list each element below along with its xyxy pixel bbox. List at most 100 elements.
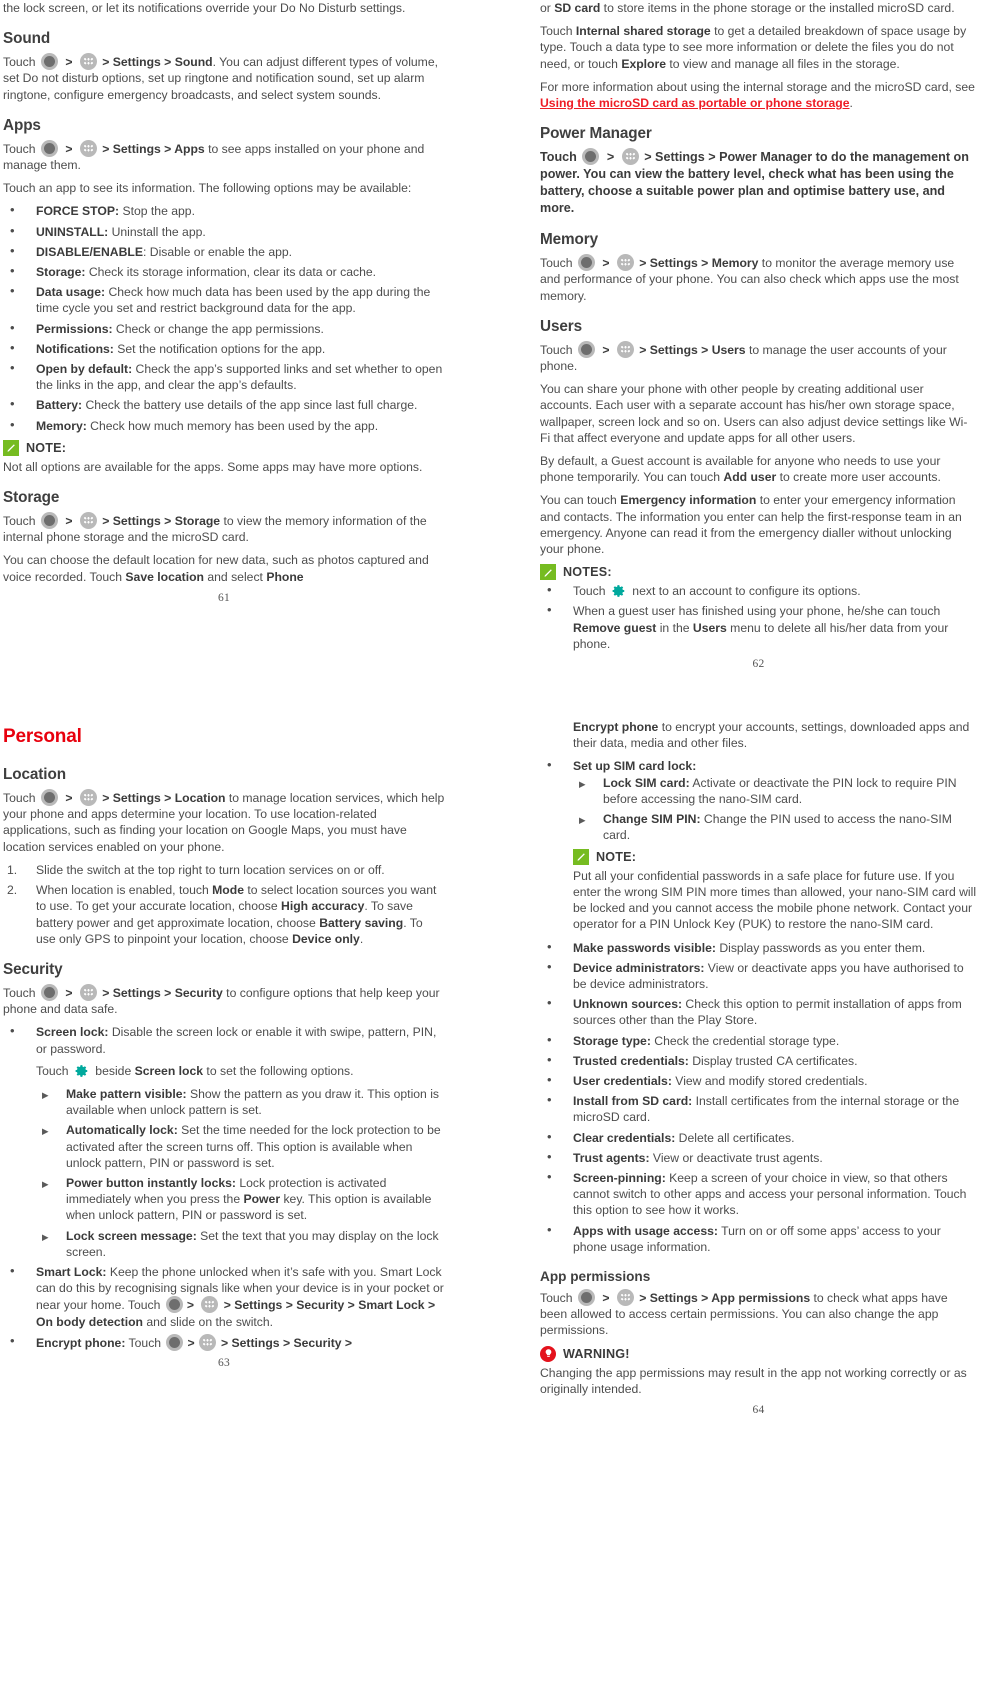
- screenlock-sub-options: Make pattern visible: Show the pattern a…: [36, 1086, 445, 1260]
- page-number: 64: [752, 1403, 765, 1416]
- item-term: Apps with usage access:: [573, 1223, 718, 1238]
- spread-bottom: Personal Location Touch > > Settings > L…: [0, 704, 985, 1416]
- top-spacer: [540, 704, 977, 719]
- notes-label: NOTES:: [563, 565, 612, 580]
- item-desc: Check its storage information, clear its…: [85, 265, 377, 280]
- pencil-note-icon: [573, 848, 589, 865]
- home-circle-icon: [577, 340, 595, 358]
- page-number: 61: [217, 591, 231, 604]
- touch-word: Touch: [540, 150, 577, 165]
- cross-reference-link[interactable]: Using the microSD card as portable or ph…: [540, 96, 850, 110]
- item-term: Battery:: [36, 398, 83, 413]
- note-header: NOTE:: [573, 848, 977, 865]
- pencil-note-icon: [3, 439, 19, 456]
- item-desc: Set the notification options for the app…: [113, 341, 326, 356]
- notes-header: NOTES:: [540, 564, 977, 581]
- warning-header: WARNING!: [540, 1345, 977, 1362]
- storage-savelocation: You can choose the default location for …: [3, 552, 445, 584]
- list-item: Make pattern visible: Show the pattern a…: [36, 1086, 445, 1118]
- list-item: Install from SD card: Install certificat…: [540, 1092, 977, 1125]
- touch-word: Touch: [3, 791, 36, 806]
- page-64: Encrypt phone to encrypt your accounts, …: [530, 704, 985, 1416]
- list-item: Encrypt phone: Touch > > Settings > Secu…: [3, 1333, 445, 1351]
- page-62: or SD card to store items in the phone s…: [530, 0, 985, 670]
- list-item: Memory: Check how much memory has been u…: [3, 417, 445, 434]
- item-term: Unknown sources:: [573, 997, 683, 1012]
- menu-path: > Settings > Security: [102, 985, 223, 1000]
- list-item: Storage type: Check the credential stora…: [540, 1032, 977, 1049]
- item-desc: Check how much memory has been used by t…: [86, 418, 379, 433]
- pencil-note-icon: [540, 564, 556, 581]
- item-desc: Check the credential storage type.: [650, 1033, 840, 1048]
- text-part: Touch: [540, 24, 576, 39]
- text-part: to store items in the phone storage or t…: [600, 1, 955, 15]
- gear-instruction: Touch beside Screen lock to set the foll…: [36, 1063, 445, 1079]
- item-term: Notifications:: [36, 341, 114, 356]
- list-item: Open by default: Check the app’s support…: [3, 360, 445, 393]
- users-paragraph-4: You can touch Emergency information to e…: [540, 492, 977, 557]
- users-notes-list: Touch next to an account to configure it…: [540, 582, 977, 652]
- item-term: FORCE STOP:: [36, 204, 120, 219]
- heading-memory: Memory: [540, 231, 599, 249]
- app-drawer-icon: [198, 1333, 216, 1351]
- page-gap: [0, 670, 985, 704]
- list-item: When location is enabled, touch Mode to …: [3, 882, 445, 947]
- list-item: Storage: Check its storage information, …: [3, 263, 445, 280]
- sound-touch-path: Touch > > Settings > Sound. You can adju…: [3, 53, 445, 103]
- item-term: Set up SIM card lock:: [573, 759, 697, 774]
- note-label: NOTE:: [26, 440, 67, 455]
- gear-icon: [612, 585, 625, 598]
- ui-term: Encrypt phone: [573, 720, 659, 735]
- lightbulb-warning-icon: [540, 1345, 556, 1362]
- ui-term: SD card: [554, 1, 601, 15]
- chevron-separator: >: [65, 55, 73, 70]
- app-drawer-icon: [621, 148, 639, 166]
- apps-touch-path: Touch > > Settings > Apps to see apps in…: [3, 139, 445, 173]
- list-item: FORCE STOP: Stop the app.: [3, 202, 445, 219]
- text-part: For more information about using the int…: [540, 79, 975, 94]
- ui-term: Mode: [212, 883, 244, 898]
- sim-sub-options: Lock SIM card: Activate or deactivate th…: [573, 775, 977, 844]
- item-term: Memory:: [36, 418, 87, 433]
- note-text: Not all options are available for the ap…: [3, 459, 423, 474]
- ui-term: Screen lock: [134, 1063, 204, 1078]
- chapter-title-personal: Personal: [3, 726, 82, 748]
- continued-paragraph: the lock screen, or let its notification…: [3, 1, 406, 15]
- item-term: Automatically lock:: [66, 1123, 178, 1138]
- text-part: beside: [91, 1063, 135, 1078]
- storage-touch-path: Touch > > Settings > Storage to view the…: [3, 512, 445, 545]
- spread-top: the lock screen, or let its notification…: [0, 0, 985, 670]
- list-item: Data usage: Check how much data has been…: [3, 283, 445, 316]
- item-desc: Delete all certificates.: [675, 1130, 795, 1145]
- list-item: Permissions: Check or change the app per…: [3, 320, 445, 337]
- list-item: User credentials: View and modify stored…: [540, 1072, 977, 1089]
- apps-option-list: FORCE STOP: Stop the app. UNINSTALL: Uni…: [3, 202, 445, 434]
- text-part: When a guest user has finished using you…: [573, 604, 941, 619]
- touch-word: Touch: [540, 256, 573, 271]
- home-circle-icon: [165, 1296, 183, 1314]
- item-term: Make pattern visible:: [66, 1086, 187, 1101]
- item-term: Device administrators:: [573, 960, 705, 975]
- item-desc: Check or change the app permissions.: [112, 321, 324, 336]
- item-term: Storage type:: [573, 1033, 651, 1048]
- chevron-separator: >: [187, 1335, 195, 1350]
- text-part: You can touch: [540, 493, 621, 508]
- app-drawer-icon: [616, 254, 634, 272]
- menu-path: > Settings > Storage: [102, 514, 221, 529]
- item-desc: Stop the app.: [119, 204, 195, 219]
- page-61: the lock screen, or let its notification…: [0, 0, 455, 670]
- item-desc: View and modify stored credentials.: [671, 1073, 868, 1088]
- item-desc: : Disable or enable the app.: [143, 244, 293, 259]
- text-part: .: [849, 96, 853, 111]
- text-part: or: [540, 1, 555, 15]
- app-drawer-icon: [79, 512, 97, 530]
- menu-path: > Settings > Memory: [639, 256, 759, 271]
- home-circle-icon: [40, 983, 58, 1001]
- touch-word: Touch: [3, 985, 36, 1000]
- chevron-separator: >: [602, 256, 610, 271]
- top-spacer: [3, 704, 445, 726]
- app-drawer-icon: [79, 139, 97, 157]
- app-drawer-icon: [79, 983, 97, 1001]
- note-header: NOTE:: [3, 439, 445, 456]
- page-number: 62: [752, 658, 765, 671]
